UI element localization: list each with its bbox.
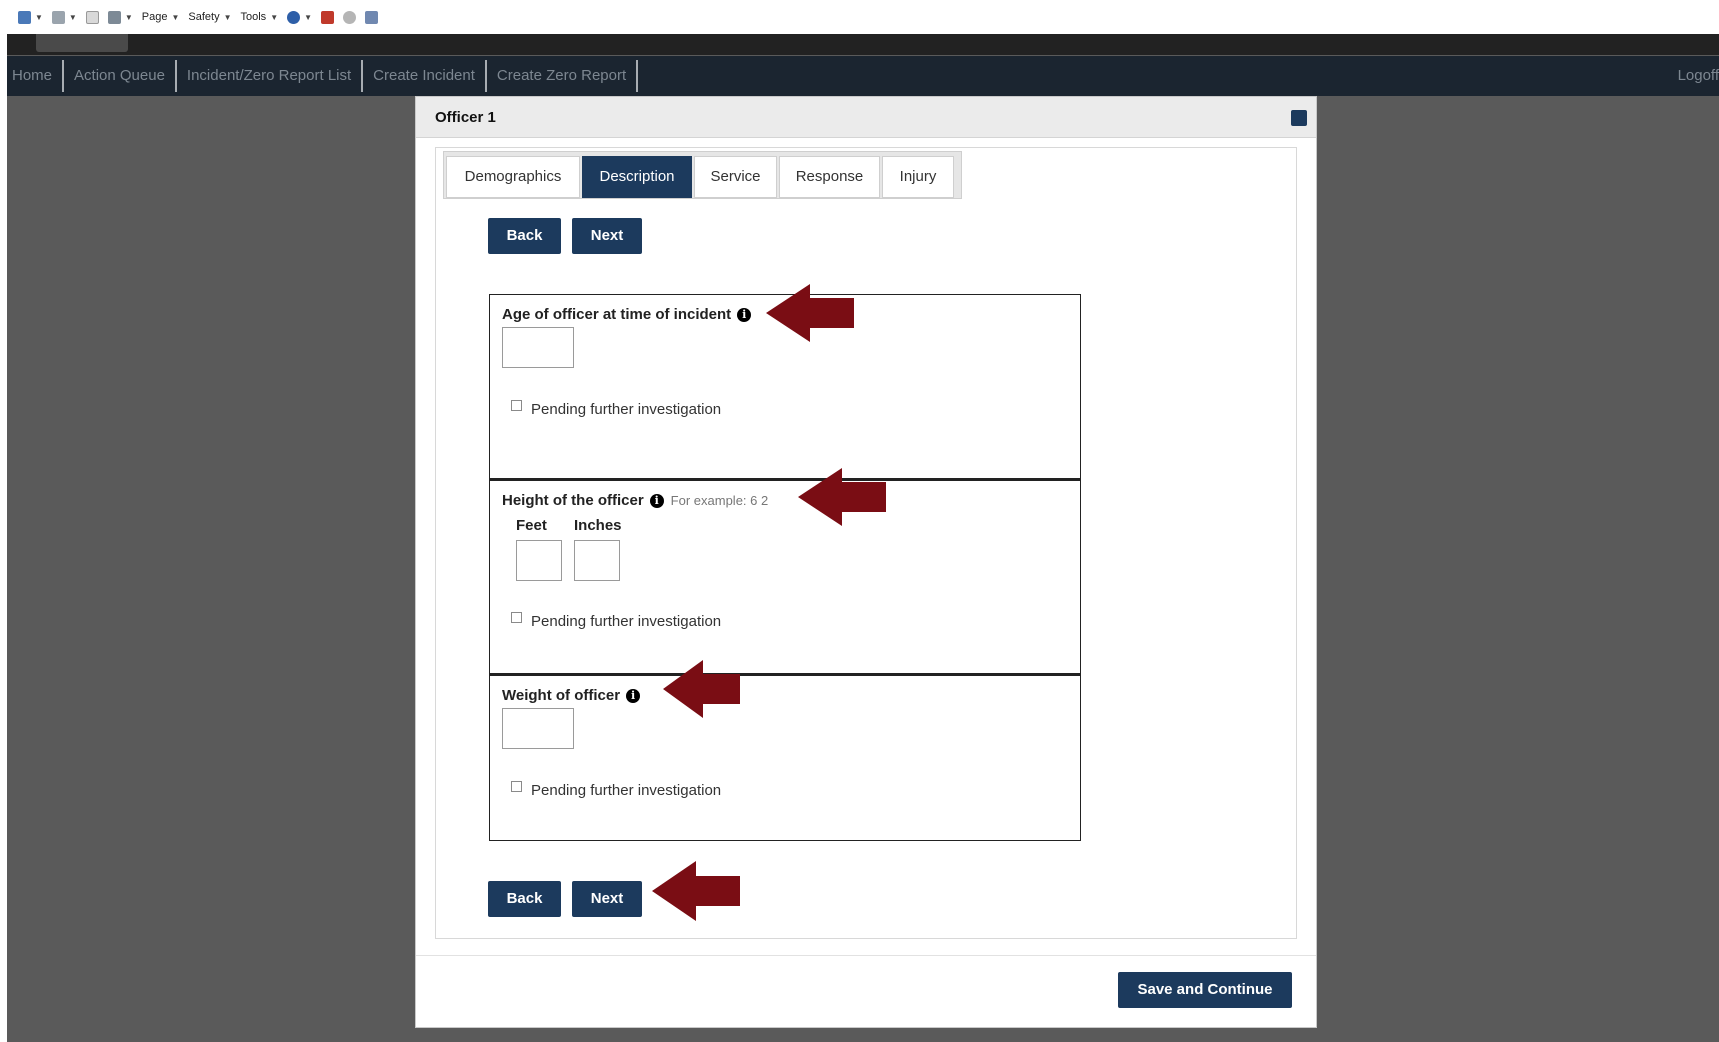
dropdown-arrow-icon: ▼ xyxy=(304,12,313,22)
info-icon[interactable]: i xyxy=(626,688,641,703)
tab-service[interactable]: Service xyxy=(694,156,777,198)
main-nav: Home Action Queue Incident/Zero Report L… xyxy=(7,56,1719,96)
tools-menu[interactable]: Tools ▼ xyxy=(241,11,279,23)
safety-menu[interactable]: Safety ▼ xyxy=(188,11,231,23)
officer-tabs: Demographics Description Service Respons… xyxy=(443,151,962,199)
height-field-group: Height of the officer i For example: 6 2… xyxy=(489,479,1081,674)
dropdown-arrow-icon: ▼ xyxy=(223,12,232,22)
weight-pending-label: Pending further investigation xyxy=(531,782,722,799)
page-menu[interactable]: Page ▼ xyxy=(142,11,180,23)
tab-description[interactable]: Description xyxy=(582,156,692,198)
weight-field-group: Weight of officer i Pending further inve… xyxy=(489,674,1081,841)
age-label: Age of officer at time of incident i xyxy=(502,306,752,323)
age-pending-label: Pending further investigation xyxy=(531,401,722,418)
help-button[interactable]: ▼ xyxy=(287,10,313,24)
home-icon xyxy=(18,10,31,24)
form-panel: Demographics Description Service Respons… xyxy=(435,147,1297,939)
mail-icon xyxy=(85,10,99,24)
tools-menu-label: Tools xyxy=(240,11,267,23)
nav-logoff[interactable]: Logoff xyxy=(1678,60,1719,92)
height-pending-label: Pending further investigation xyxy=(531,613,722,630)
next-button-bottom[interactable]: Next xyxy=(572,881,642,917)
mail-button[interactable] xyxy=(85,10,99,24)
officer-modal: Officer 1 Demographics Description Servi… xyxy=(415,96,1317,1028)
nav-home[interactable]: Home xyxy=(7,60,65,92)
page-menu-label: Page xyxy=(141,11,168,23)
age-input[interactable] xyxy=(502,327,574,368)
browser-command-bar: ▼ ▼ ▼ Page ▼ Safety ▼ Tools ▼ ▼ xyxy=(0,0,1719,34)
site-header xyxy=(7,34,1719,55)
inches-input[interactable] xyxy=(574,540,620,581)
dropdown-arrow-icon: ▼ xyxy=(270,12,279,22)
home-button[interactable]: ▼ xyxy=(18,10,43,24)
age-pending-row: Pending further investigation xyxy=(511,400,722,418)
weight-input[interactable] xyxy=(502,708,574,749)
inches-label: Inches xyxy=(574,517,622,534)
tab-injury[interactable]: Injury xyxy=(882,156,954,198)
nav-incident-report-list[interactable]: Incident/Zero Report List xyxy=(177,60,364,92)
close-icon[interactable] xyxy=(1291,110,1307,126)
nav-action-queue[interactable]: Action Queue xyxy=(64,60,177,92)
bookmark-icon xyxy=(365,10,379,24)
settings-button[interactable] xyxy=(343,10,357,24)
dropdown-arrow-icon: ▼ xyxy=(68,12,77,22)
weight-pending-row: Pending further investigation xyxy=(511,781,722,799)
bookmark-button[interactable] xyxy=(365,10,379,24)
safety-menu-label: Safety xyxy=(188,11,220,23)
feeds-button[interactable]: ▼ xyxy=(51,10,77,24)
help-icon xyxy=(287,10,301,24)
weight-label: Weight of officer i xyxy=(502,687,641,704)
height-pending-row: Pending further investigation xyxy=(511,612,722,630)
height-label: Height of the officer i For example: 6 2 xyxy=(502,492,768,509)
annotation-arrow-weight xyxy=(663,660,740,718)
print-icon xyxy=(107,10,121,24)
feet-input[interactable] xyxy=(516,540,562,581)
research-icon xyxy=(321,10,335,24)
modal-header: Officer 1 xyxy=(416,97,1316,138)
height-label-text: Height of the officer xyxy=(502,492,644,509)
dropdown-arrow-icon: ▼ xyxy=(171,12,180,22)
research-button[interactable] xyxy=(321,10,335,24)
info-icon[interactable]: i xyxy=(649,493,664,508)
tab-demographics[interactable]: Demographics xyxy=(446,156,580,198)
back-button-top[interactable]: Back xyxy=(488,218,561,254)
modal-footer-divider xyxy=(416,955,1316,956)
annotation-arrow-height xyxy=(798,468,886,526)
dropdown-arrow-icon: ▼ xyxy=(35,12,43,22)
save-and-continue-button[interactable]: Save and Continue xyxy=(1118,972,1292,1008)
height-hint: For example: 6 2 xyxy=(670,493,769,508)
next-button-top[interactable]: Next xyxy=(572,218,642,254)
annotation-arrow-age xyxy=(766,284,854,342)
weight-label-text: Weight of officer xyxy=(502,687,621,704)
back-button-bottom[interactable]: Back xyxy=(488,881,561,917)
feeds-icon xyxy=(51,10,65,24)
nav-create-zero-report[interactable]: Create Zero Report xyxy=(487,60,639,92)
print-button[interactable]: ▼ xyxy=(107,10,133,24)
weight-pending-checkbox[interactable] xyxy=(511,781,522,792)
feet-label: Feet xyxy=(516,517,547,534)
dropdown-arrow-icon: ▼ xyxy=(124,12,133,22)
site-logo xyxy=(36,34,128,52)
age-label-text: Age of officer at time of incident xyxy=(502,306,732,323)
annotation-arrow-next xyxy=(652,861,740,921)
info-icon[interactable]: i xyxy=(737,307,752,322)
nav-create-incident[interactable]: Create Incident xyxy=(363,60,487,92)
modal-title: Officer 1 xyxy=(435,109,496,126)
gear-icon xyxy=(343,10,357,24)
tab-response[interactable]: Response xyxy=(779,156,880,198)
height-pending-checkbox[interactable] xyxy=(511,612,522,623)
age-pending-checkbox[interactable] xyxy=(511,400,522,411)
